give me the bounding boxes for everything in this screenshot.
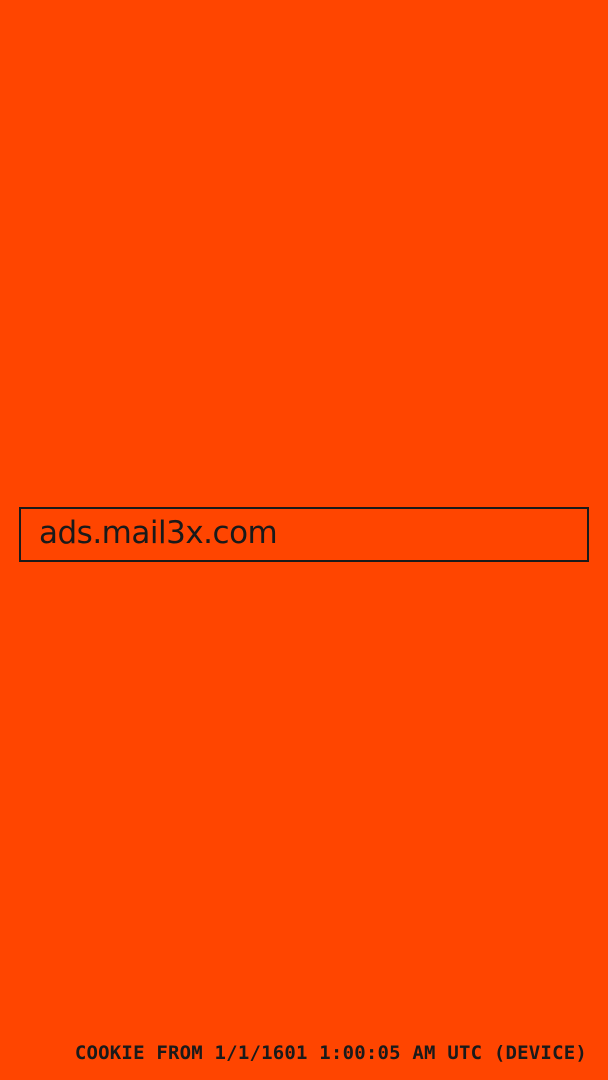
cookie-screen: ads.mail3x.com COOKIE FROM 1/1/1601 1:00… [0,0,608,1080]
cookie-timestamp-label: COOKIE FROM 1/1/1601 1:00:05 AM UTC (DEV… [74,1042,587,1064]
cookie-domain-text: ads.mail3x.com [39,515,278,551]
cookie-domain-field: ads.mail3x.com [19,507,589,562]
